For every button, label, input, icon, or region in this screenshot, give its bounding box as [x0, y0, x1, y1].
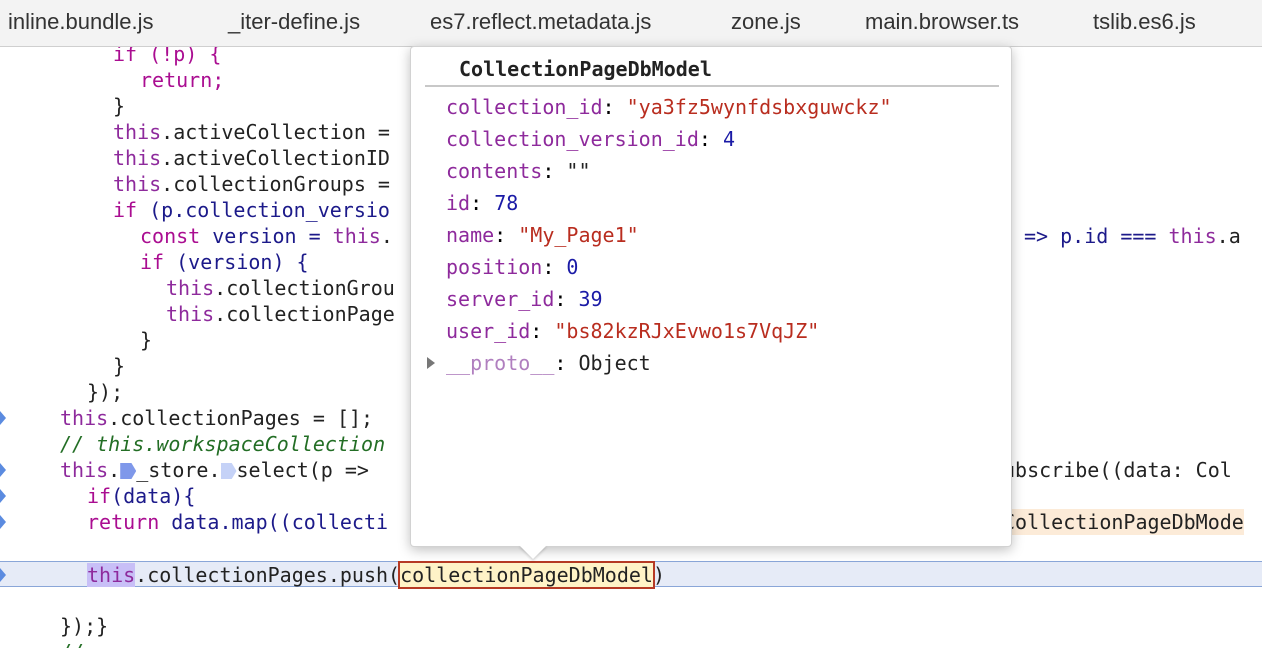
tab-es7-reflect-metadata[interactable]: es7.reflect.metadata.js: [430, 9, 651, 35]
code-token: .collectionGrou: [214, 276, 395, 300]
property-value: 78: [494, 191, 519, 215]
current-execution-line: this.collectionPages.push(collectionPage…: [0, 561, 1262, 589]
property-key: name: [446, 223, 495, 247]
tab-zone[interactable]: zone.js: [731, 9, 801, 35]
property-key: __proto__: [446, 351, 555, 375]
code-token: ): [652, 563, 665, 587]
code-token: .a: [1216, 224, 1241, 248]
property-row[interactable]: server_id: 39: [446, 283, 603, 315]
code-token: .: [108, 458, 121, 482]
code-token: const: [140, 224, 201, 248]
code-token: .id ===: [1072, 224, 1169, 248]
code-token: this: [87, 563, 136, 587]
popover-divider: [425, 85, 999, 87]
code-token: .activeCollectionID: [161, 146, 390, 170]
code-token: .activeCollection =: [161, 120, 390, 144]
code-line: });}: [0, 613, 1262, 639]
code-token: this: [1168, 224, 1217, 248]
code-token: if: [113, 198, 138, 222]
property-row[interactable]: user_id: "bs82kzRJxEvwo1s7VqJZ": [446, 315, 819, 347]
code-token: version =: [200, 224, 333, 248]
code-token: }: [113, 354, 126, 378]
breakpoint-marker-icon[interactable]: [0, 515, 6, 529]
code-line: //: [0, 639, 1262, 648]
code-token: .collectionPages.push(: [135, 563, 401, 587]
property-value: 0: [566, 255, 579, 279]
breakpoint-marker-icon[interactable]: [0, 568, 6, 582]
code-token: }: [140, 328, 153, 352]
tab-main-browser[interactable]: main.browser.ts: [865, 9, 1019, 35]
code-token: (version) {: [164, 250, 309, 274]
code-comment: // this.workspaceCollection: [60, 432, 386, 456]
code-token: ubscribe((data: Col: [1003, 458, 1232, 482]
inline-breakpoint-icon[interactable]: [120, 463, 137, 479]
code-token: .collectionPages = [];: [108, 406, 374, 430]
property-value: "My_Page1": [518, 223, 639, 247]
property-value: 39: [578, 287, 603, 311]
code-token: }: [113, 94, 126, 118]
code-token: (p.collection_versio: [137, 198, 390, 222]
breakpoint-marker-icon[interactable]: [0, 463, 6, 477]
property-key: id: [446, 191, 471, 215]
code-token: _store.: [136, 458, 221, 482]
code-token: });: [87, 380, 124, 404]
code-token: this: [113, 146, 162, 170]
property-value: "ya3fz5wynfdsbxguwckz": [626, 95, 892, 119]
code-token: =>: [1024, 224, 1061, 248]
breakpoint-marker-icon[interactable]: [0, 411, 6, 425]
code-token: if (!p) {: [113, 47, 222, 66]
property-value: Object: [578, 351, 651, 375]
property-value: "": [566, 159, 591, 183]
property-key: collection_id: [446, 95, 603, 119]
property-row[interactable]: position: 0: [446, 251, 578, 283]
property-key: server_id: [446, 287, 555, 311]
property-row[interactable]: collection_id: "ya3fz5wynfdsbxguwckz": [446, 91, 892, 123]
expand-triangle-icon[interactable]: [427, 357, 435, 369]
property-value: "bs82kzRJxEvwo1s7VqJZ": [554, 319, 820, 343]
code-token: });}: [60, 614, 109, 638]
code-comment: //: [60, 639, 84, 648]
code-token: this: [60, 458, 109, 482]
property-key: position: [446, 255, 543, 279]
code-token: if: [87, 484, 112, 508]
property-row[interactable]: contents: "": [446, 155, 591, 187]
code-token: select(p =>: [236, 458, 369, 482]
tab-tslib-es6[interactable]: tslib.es6.js: [1093, 9, 1196, 35]
hovered-expression[interactable]: collectionPageDbModel: [398, 561, 655, 589]
code-token: this: [113, 172, 162, 196]
code-token: (data){: [111, 484, 196, 508]
code-token: this: [113, 120, 162, 144]
property-key: contents: [446, 159, 543, 183]
proto-row[interactable]: __proto__: Object: [446, 347, 651, 379]
object-preview-popover: CollectionPageDbModel collection_id: "ya…: [410, 46, 1012, 547]
code-token: this: [166, 276, 215, 300]
code-token: .collectionPage: [214, 302, 395, 326]
code-token: return: [87, 510, 160, 534]
tab-inline-bundle[interactable]: inline.bundle.js: [8, 9, 154, 35]
code-token: CollectionPageDbMode: [1003, 509, 1244, 535]
property-row[interactable]: collection_version_id: 4: [446, 123, 735, 155]
breakpoint-marker-icon[interactable]: [0, 489, 6, 503]
code-token: data.map((collecti: [159, 510, 389, 534]
code-token: .: [380, 224, 393, 248]
code-token: if: [140, 250, 165, 274]
code-token: this: [60, 406, 109, 430]
popover-arrow: [519, 545, 547, 559]
code-token: this: [166, 302, 215, 326]
file-tab-bar: inline.bundle.js _iter-define.js es7.ref…: [0, 0, 1262, 47]
popover-title: CollectionPageDbModel: [459, 57, 712, 81]
inline-breakpoint-icon[interactable]: [220, 463, 237, 479]
property-key: collection_version_id: [446, 127, 699, 151]
property-row[interactable]: name: "My_Page1": [446, 219, 639, 251]
property-key: user_id: [446, 319, 531, 343]
property-value: 4: [722, 127, 736, 151]
code-token: p: [1060, 224, 1073, 248]
property-row[interactable]: id: 78: [446, 187, 518, 219]
code-token: .collectionGroups =: [161, 172, 390, 196]
code-token: this: [332, 224, 381, 248]
tab-iter-define[interactable]: _iter-define.js: [228, 9, 360, 35]
code-token: return;: [140, 68, 225, 92]
